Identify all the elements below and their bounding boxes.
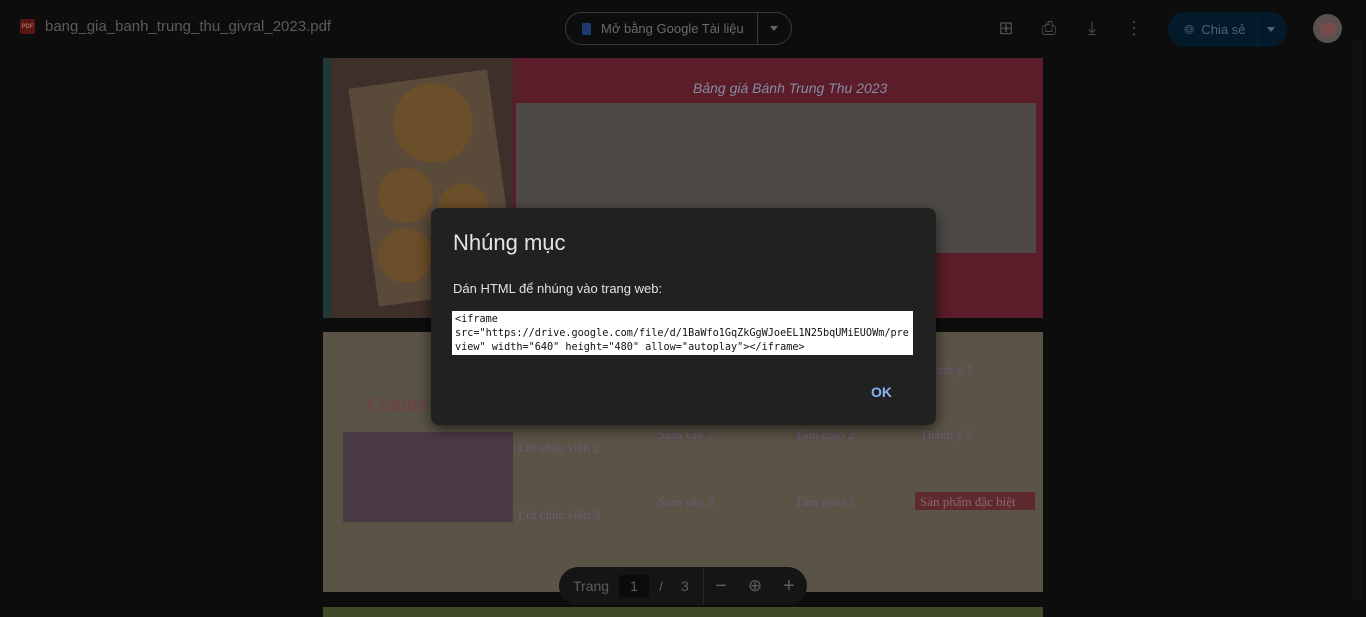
avatar[interactable] — [1313, 14, 1342, 43]
zoom-icon[interactable]: ⊕ — [738, 576, 772, 596]
file-title: PDF bang_gia_banh_trung_thu_givral_2023.… — [20, 18, 331, 35]
scrollbar[interactable] — [1352, 40, 1362, 600]
pdf-file-icon: PDF — [20, 19, 35, 34]
more-vert-icon[interactable]: ⋮ — [1123, 18, 1145, 39]
add-comment-icon[interactable]: ⊞ — [995, 18, 1017, 39]
pdf-page-3 — [323, 607, 1043, 617]
share-dropdown-icon[interactable] — [1267, 27, 1275, 32]
section-heading: Tâm giao 2 — [795, 427, 855, 442]
page-label: Trang — [573, 578, 610, 594]
zoom-in-icon[interactable]: + — [772, 575, 806, 598]
file-name: bang_gia_banh_trung_thu_givral_2023.pdf — [45, 18, 332, 35]
zoom-out-icon[interactable]: − — [704, 575, 738, 598]
google-docs-icon — [582, 22, 591, 35]
page-total: 3 — [680, 578, 689, 594]
section-heading: Lời chúc viên 3 — [518, 507, 600, 522]
dialog-label: Dán HTML để nhúng vào trang web: — [453, 281, 663, 296]
section-heading: Lời chúc viên 2 — [518, 440, 600, 455]
avatar-pig-icon — [1319, 22, 1336, 35]
page-toolbar: Trang 1 / 3 − ⊕ + — [559, 567, 807, 605]
section-heading: Thành ý 2 — [920, 427, 973, 442]
open-with-dropdown-icon[interactable] — [770, 26, 778, 31]
page-separator: / — [659, 578, 663, 594]
open-with-button[interactable]: Mở bằng Google Tài liệu — [565, 12, 792, 45]
share-label: Chia sẻ — [1201, 22, 1246, 37]
embed-dialog: Nhúng mục Dán HTML để nhúng vào trang we… — [431, 208, 936, 425]
share-button[interactable]: 🌐︎ Chia sẻ — [1168, 12, 1287, 47]
dialog-title: Nhúng mục — [453, 230, 566, 255]
open-with-google-docs[interactable]: Mở bằng Google Tài liệu — [566, 13, 758, 44]
section-heading: Sản phẩm đặc biệt — [920, 494, 1016, 509]
section-heading: Sum vầy 3 — [658, 494, 714, 509]
combo-heading: Combo — [368, 394, 427, 416]
section-heading: Tâm giao 3 — [795, 494, 855, 509]
page-number-input[interactable]: 1 — [619, 575, 650, 597]
embed-code-field[interactable]: <iframe src="https://drive.google.com/fi… — [452, 311, 913, 355]
price-list-title: Bảng giá Bánh Trung Thu 2023 — [693, 80, 888, 96]
open-with-label: Mở bằng Google Tài liệu — [601, 21, 744, 36]
globe-icon: 🌐︎ — [1184, 21, 1195, 37]
print-icon[interactable]: ⎙ — [1038, 18, 1060, 39]
download-icon[interactable]: ⤓ — [1081, 18, 1103, 39]
combo-photo — [343, 432, 513, 522]
viewer-header: PDF bang_gia_banh_trung_thu_givral_2023.… — [0, 0, 1366, 56]
section-heading: Sum vầy 2 — [658, 427, 714, 442]
ok-button[interactable]: OK — [863, 380, 900, 404]
